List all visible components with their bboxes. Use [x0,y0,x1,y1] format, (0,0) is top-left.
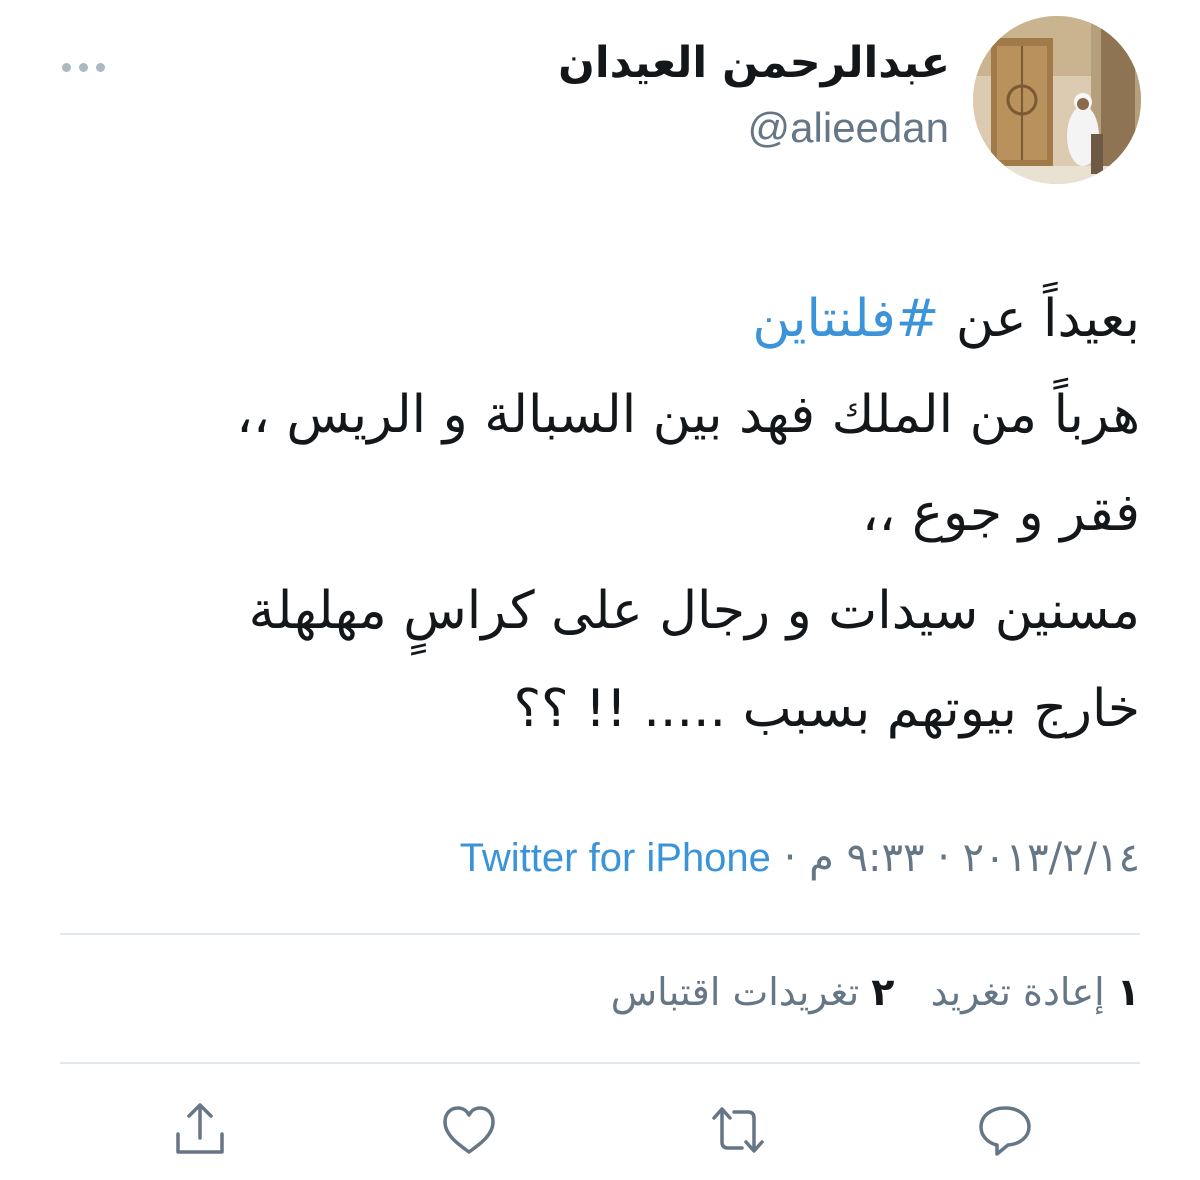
user-handle[interactable]: @alieedan [748,104,949,152]
share-icon [176,1103,224,1154]
tweet-line-5: خارج بيوتهم بسبب ..... !! ؟؟ [513,679,1140,739]
reply-button[interactable] [975,1100,1035,1160]
tweet-header: عبدالرحمن العيدان @alieedan [0,0,1200,190]
tweet-actions [0,1100,1200,1160]
tweet-date[interactable]: ٢٠١٣/٢/١٤ [963,835,1140,881]
quotes-count: ٢ [871,970,895,1014]
heart-icon [443,1106,495,1154]
retweet-icon [712,1107,764,1153]
hashtag-link[interactable]: #فلنتاين [752,289,939,349]
divider [60,933,1140,935]
tweet-meta: ٢٠١٣/٢/١٤ · ٩:٣٣ م · Twitter for iPhone [460,835,1140,881]
tweet-stats: ١ إعادة تغريد ٢ تغريدات اقتباس [587,970,1140,1014]
more-dot-icon [62,63,71,72]
retweet-button[interactable] [708,1100,768,1160]
like-button[interactable] [439,1100,499,1160]
tweet-source-link[interactable]: Twitter for iPhone [460,836,771,880]
meta-separator: · [937,835,950,881]
display-name[interactable]: عبدالرحمن العيدان [558,38,950,88]
quotes-stat[interactable]: ٢ تغريدات اقتباس [611,970,895,1014]
reply-icon [979,1106,1031,1156]
quotes-label: تغريدات اقتباس [610,970,860,1014]
meta-separator: · [783,835,797,881]
tweet-line-3: فقر و جوع ،، [861,483,1140,543]
more-options-button[interactable] [62,58,106,78]
tweet-text: بعيداً عن #فلنتاين هرباً من الملك فهد بي… [50,270,1140,758]
tweet-line-4: مسنين سيدات و رجال على كراسٍ مهلهلة [248,581,1140,641]
more-dot-icon [96,63,105,72]
retweets-label: إعادة تغريد [930,970,1105,1014]
tweet-line-1-text: بعيداً عن [939,289,1140,349]
tweet-line-1: بعيداً عن #فلنتاين [50,270,1140,368]
divider [60,1062,1140,1064]
retweets-count: ١ [1116,970,1140,1014]
tweet-line-2: هرباً من الملك فهد بين السبالة و الريس ،… [236,385,1140,445]
retweets-stat[interactable]: ١ إعادة تغريد [931,970,1140,1014]
tweet-time[interactable]: ٩:٣٣ م [809,835,924,881]
share-button[interactable] [170,1100,230,1160]
avatar[interactable] [973,16,1141,184]
more-dot-icon [79,63,88,72]
profile-photo-icon [973,16,1141,184]
